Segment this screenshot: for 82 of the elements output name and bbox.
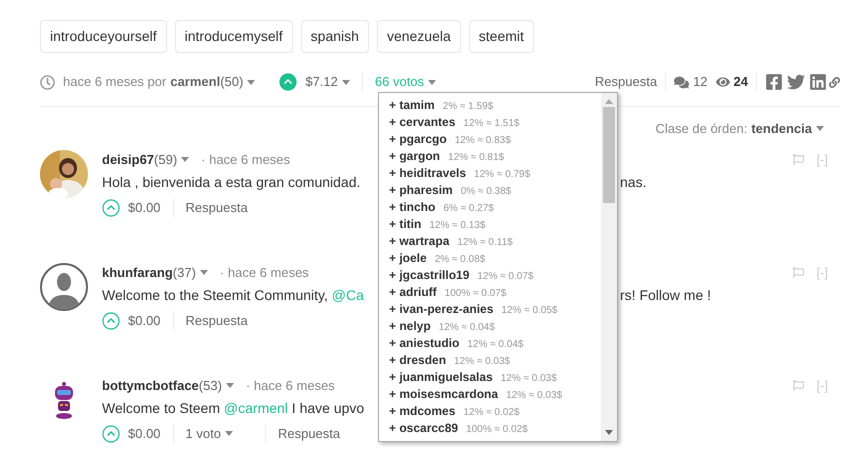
comment-time: · hace 6 meses [201,150,290,169]
sort-dropdown[interactable]: tendencia [751,119,824,138]
reply-link[interactable]: Respuesta [186,198,248,218]
comment-time: · hace 6 meses [246,376,335,395]
voter-item[interactable]: + heiditravels 12% ≈ 0.79$ [389,164,601,181]
payout[interactable]: $7.12 [305,72,338,92]
comment-text: Hola , bienvenida a esta gran comunidad. [102,173,362,192]
voter-item[interactable]: + mdcomes 12% ≈ 0.02$ [389,402,601,419]
voter-item[interactable]: + oscarcc89 100% ≈ 0.02$ [389,419,601,436]
upvote-icon[interactable] [279,73,298,91]
caret-icon [342,80,350,84]
sort-label: Clase de órden: [656,120,748,138]
comment-author[interactable]: bottymcbotface [102,376,199,396]
reply-link[interactable]: Respuesta [278,424,340,444]
voter-item[interactable]: + adriuff 100% ≈ 0.07$ [389,283,601,300]
voter-item[interactable]: + aniestudio 12% ≈ 0.04$ [389,334,601,351]
caret-icon [224,431,233,436]
scroll-up-icon[interactable] [605,99,613,104]
caret-icon [200,270,208,275]
upvote-icon[interactable] [102,312,120,330]
caret-icon [226,383,234,388]
caret-icon [816,126,824,132]
voter-item[interactable]: + cervantes 12% ≈ 1.51$ [389,113,601,130]
comment-author[interactable]: khunfarang [102,262,173,282]
voter-item[interactable]: + juanmiguelsalas 12% ≈ 0.03$ [389,368,601,385]
voter-item[interactable]: + moisesmcardona 12% ≈ 0.03$ [389,385,601,402]
voter-item[interactable]: + ivan-perez-anies 12% ≈ 0.05$ [389,300,601,317]
reputation: (53) [198,376,222,395]
scroll-down-icon[interactable] [605,430,613,435]
tag-link[interactable]: introduceyourself [40,20,167,53]
flag-icon[interactable] [793,154,804,165]
votes-link[interactable]: 1 voto [186,424,221,444]
link-icon[interactable] [829,76,840,88]
payout: $0.00 [128,312,161,330]
flag-icon[interactable] [793,380,804,391]
voter-item[interactable]: + tincho 6% ≈ 0.27$ [389,198,601,215]
author-link[interactable]: carmenl [170,72,220,92]
scrollbar[interactable] [601,93,617,441]
views-icon [716,75,730,89]
scrollbar-thumb[interactable] [603,107,615,203]
tag-link[interactable]: spanish [300,20,369,53]
tag-link[interactable]: venezuela [376,20,461,53]
voter-item[interactable]: + gargon 12% ≈ 0.81$ [389,147,601,164]
voter-item[interactable]: + pharesim 0% ≈ 0.38$ [389,181,601,198]
comment-time: · hace 6 meses [220,264,309,282]
voter-item[interactable]: + nelyp 12% ≈ 0.04$ [389,317,601,334]
payout: $0.00 [128,424,161,443]
tag-link[interactable]: steemit [468,20,534,53]
reputation: (50) [220,73,244,92]
comment-count: 12 [693,73,708,92]
caret-icon [181,157,190,162]
comment-text: nas. [620,173,646,192]
linkedin-icon[interactable] [809,73,827,91]
comment-author[interactable]: deisip67 [102,150,154,170]
twitter-icon[interactable] [787,73,805,91]
reputation: (59) [154,150,178,169]
upvote-icon[interactable] [102,198,120,216]
clock-icon [40,74,55,90]
view-count: 24 [734,73,748,92]
facebook-icon[interactable] [765,73,783,91]
voter-item[interactable]: + dresden 12% ≈ 0.03$ [389,351,601,368]
voter-item[interactable]: + tamim 2% ≈ 1.59$ [389,96,601,113]
comment-text: Welcome to the Steemit Community, @Ca [102,286,365,305]
comment-text: Welcome to Steem @carmenl I have upvo [102,399,366,418]
payout: $0.00 [128,198,161,217]
upvote-icon[interactable] [102,424,120,442]
reply-link[interactable]: Respuesta [594,72,658,92]
tag-link[interactable]: introducemyself [174,20,293,53]
voter-item[interactable]: + pgarcgo 12% ≈ 0.83$ [389,130,601,147]
caret-icon [428,80,436,84]
comment-text: rs! Follow me ! [620,286,712,305]
voter-item[interactable]: + titin 12% ≈ 0.13$ [389,215,601,232]
comments-icon [674,74,690,90]
post-time: hace 6 meses por [63,73,166,92]
reply-link[interactable]: Respuesta [186,310,248,330]
flag-icon[interactable] [793,267,804,278]
caret-icon [247,80,256,84]
reputation: (37) [172,264,196,282]
voter-item[interactable]: + wartrapa 12% ≈ 0.11$ [389,232,601,249]
voter-item[interactable]: + joele 2% ≈ 0.08$ [389,249,601,266]
avatar-icon [40,262,88,310]
voter-item[interactable]: + jgcastrillo19 12% ≈ 0.07$ [389,266,601,283]
